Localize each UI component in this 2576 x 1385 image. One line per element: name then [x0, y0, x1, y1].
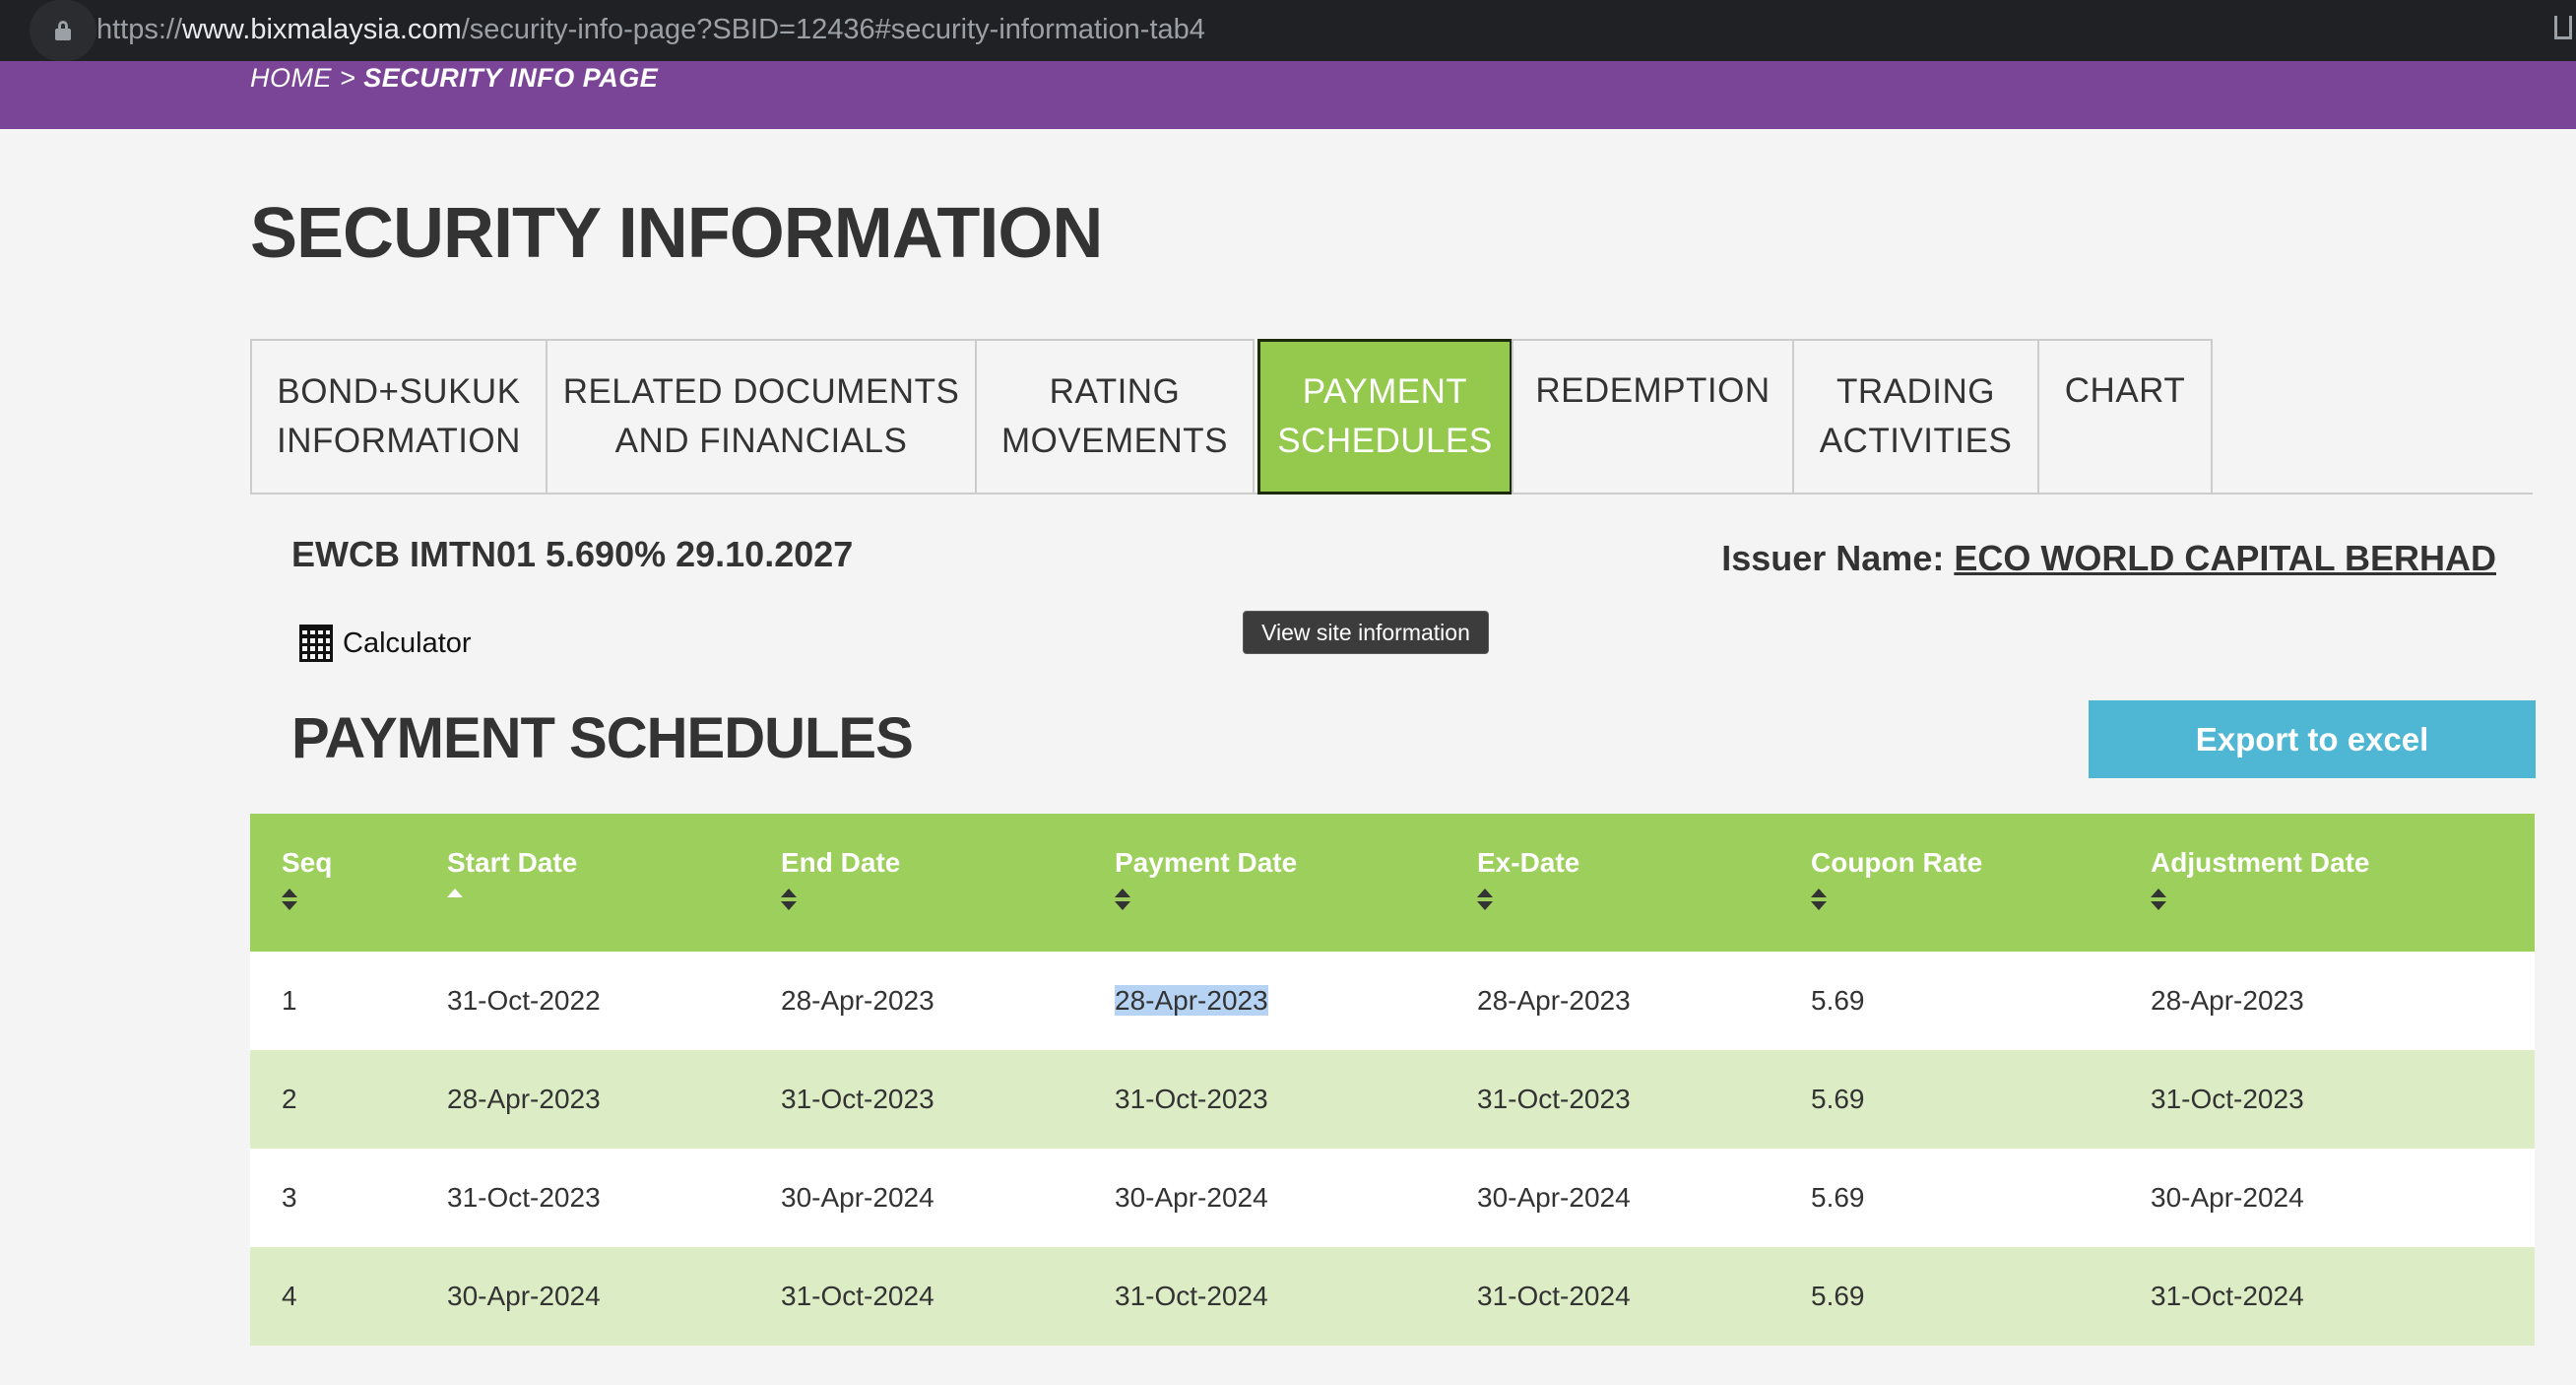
tab-trading-activities[interactable]: TRADING ACTIVITIES	[1792, 339, 2039, 495]
selected-text: 28-Apr-2023	[1115, 985, 1268, 1016]
cell-end-date: 30-Apr-2024	[749, 1149, 1083, 1247]
column-header-payment-date[interactable]: Payment Date	[1083, 814, 1446, 952]
tab-label: TRADING ACTIVITIES	[1819, 372, 2013, 460]
calculator-link[interactable]: Calculator	[299, 625, 472, 662]
cell-payment-date: 30-Apr-2024	[1083, 1149, 1446, 1247]
site-info-button[interactable]	[30, 0, 97, 61]
calculator-label: Calculator	[343, 627, 472, 659]
export-to-excel-button[interactable]: Export to excel	[2089, 700, 2536, 778]
cell-seq: 4	[250, 1247, 416, 1346]
header-label: Start Date	[447, 847, 578, 878]
cell-start-date: 31-Oct-2022	[416, 952, 749, 1050]
cell-adjustment-date: 28-Apr-2023	[2119, 952, 2535, 1050]
cell-adjustment-date: 30-Apr-2024	[2119, 1149, 2535, 1247]
cell-coupon-rate: 5.69	[1779, 952, 2119, 1050]
tab-label: REDEMPTION	[1535, 371, 1771, 410]
cell-payment-date: 28-Apr-2023	[1083, 952, 1446, 1050]
tab-related-documents[interactable]: RELATED DOCUMENTS AND FINANCIALS	[546, 339, 977, 495]
column-header-seq[interactable]: Seq	[250, 814, 416, 952]
sort-icon[interactable]	[781, 889, 797, 910]
header-label: Seq	[282, 847, 333, 878]
issuer-info: Issuer Name: ECO WORLD CAPITAL BERHAD	[1721, 538, 2496, 579]
url-host: www.bixmalaysia.com	[182, 14, 462, 45]
tab-label: RELATED DOCUMENTS AND FINANCIALS	[562, 372, 960, 460]
sort-icon[interactable]	[2151, 889, 2166, 910]
table-header-row: Seq Start Date End Date Payment Date Ex-…	[250, 814, 2535, 952]
column-header-start-date[interactable]: Start Date	[416, 814, 749, 952]
cell-coupon-rate: 5.69	[1779, 1247, 2119, 1346]
cell-ex-date: 31-Oct-2023	[1446, 1050, 1779, 1149]
tab-label: PAYMENT SCHEDULES	[1277, 372, 1493, 460]
tab-label: CHART	[2064, 371, 2186, 410]
calculator-icon	[299, 625, 333, 662]
sort-icon[interactable]	[1477, 889, 1493, 910]
cell-payment-date: 31-Oct-2023	[1083, 1050, 1446, 1149]
cell-ex-date: 28-Apr-2023	[1446, 952, 1779, 1050]
tab-payment-schedules[interactable]: PAYMENT SCHEDULES	[1257, 339, 1513, 495]
tab-bar: BOND+SUKUK INFORMATION RELATED DOCUMENTS…	[250, 339, 2533, 495]
cell-adjustment-date: 31-Oct-2024	[2119, 1247, 2535, 1346]
section-title: PAYMENT SCHEDULES	[291, 706, 914, 770]
cell-seq: 1	[250, 952, 416, 1050]
lock-icon	[55, 21, 71, 40]
tab-chart[interactable]: CHART	[2037, 339, 2213, 495]
breadcrumb-separator: >	[332, 63, 364, 93]
url-path: /security-info-page?SBID=12436#security-…	[461, 14, 1205, 45]
cell-ex-date: 30-Apr-2024	[1446, 1149, 1779, 1247]
cell-seq: 3	[250, 1149, 416, 1247]
header-label: Payment Date	[1115, 847, 1298, 878]
cell-seq: 2	[250, 1050, 416, 1149]
browser-address-bar[interactable]: https://www.bixmalaysia.com/security-inf…	[0, 0, 2576, 61]
sort-icon[interactable]	[1811, 889, 1827, 910]
page-title: SECURITY INFORMATION	[250, 194, 1103, 273]
tab-label: BOND+SUKUK INFORMATION	[277, 372, 521, 460]
url-prefix: https://	[97, 14, 183, 45]
issuer-label: Issuer Name:	[1721, 538, 1945, 578]
header-label: Adjustment Date	[2151, 847, 2370, 878]
breadcrumb-home[interactable]: HOME	[250, 63, 332, 93]
cell-payment-date: 31-Oct-2024	[1083, 1247, 1446, 1346]
share-icon[interactable]	[2554, 16, 2572, 39]
cell-start-date: 30-Apr-2024	[416, 1247, 749, 1346]
column-header-end-date[interactable]: End Date	[749, 814, 1083, 952]
issuer-link[interactable]: ECO WORLD CAPITAL BERHAD	[1954, 538, 2496, 578]
cell-adjustment-date: 31-Oct-2023	[2119, 1050, 2535, 1149]
table-row: 1 31-Oct-2022 28-Apr-2023 28-Apr-2023 28…	[250, 952, 2535, 1050]
tooltip: View site information	[1243, 611, 1489, 654]
header-label: End Date	[781, 847, 901, 878]
cell-end-date: 31-Oct-2024	[749, 1247, 1083, 1346]
url-text[interactable]: https://www.bixmalaysia.com/security-inf…	[97, 14, 1205, 46]
column-header-ex-date[interactable]: Ex-Date	[1446, 814, 1779, 952]
payment-schedules-table: Seq Start Date End Date Payment Date Ex-…	[250, 814, 2535, 1346]
table-row: 2 28-Apr-2023 31-Oct-2023 31-Oct-2023 31…	[250, 1050, 2535, 1149]
column-header-coupon-rate[interactable]: Coupon Rate	[1779, 814, 2119, 952]
tab-bond-sukuk-information[interactable]: BOND+SUKUK INFORMATION	[250, 339, 547, 495]
cell-coupon-rate: 5.69	[1779, 1050, 2119, 1149]
tab-rating-movements[interactable]: RATING MOVEMENTS	[975, 339, 1255, 495]
column-header-adjustment-date[interactable]: Adjustment Date	[2119, 814, 2535, 952]
sort-icon[interactable]	[282, 889, 297, 910]
security-name: EWCB IMTN01 5.690% 29.10.2027	[291, 534, 854, 574]
cell-coupon-rate: 5.69	[1779, 1149, 2119, 1247]
tab-label: RATING MOVEMENTS	[1000, 372, 1229, 460]
sort-ascending-icon[interactable]	[447, 889, 463, 910]
cell-start-date: 31-Oct-2023	[416, 1149, 749, 1247]
cell-end-date: 31-Oct-2023	[749, 1050, 1083, 1149]
cell-ex-date: 31-Oct-2024	[1446, 1247, 1779, 1346]
table-row: 4 30-Apr-2024 31-Oct-2024 31-Oct-2024 31…	[250, 1247, 2535, 1346]
header-label: Coupon Rate	[1811, 847, 1983, 878]
header-label: Ex-Date	[1477, 847, 1580, 878]
breadcrumb-current: SECURITY INFO PAGE	[363, 63, 659, 93]
tab-redemption[interactable]: REDEMPTION	[1512, 339, 1794, 495]
breadcrumb: HOME > SECURITY INFO PAGE	[250, 63, 658, 94]
sort-icon[interactable]	[1115, 889, 1130, 910]
cell-start-date: 28-Apr-2023	[416, 1050, 749, 1149]
cell-end-date: 28-Apr-2023	[749, 952, 1083, 1050]
table-row: 3 31-Oct-2023 30-Apr-2024 30-Apr-2024 30…	[250, 1149, 2535, 1247]
